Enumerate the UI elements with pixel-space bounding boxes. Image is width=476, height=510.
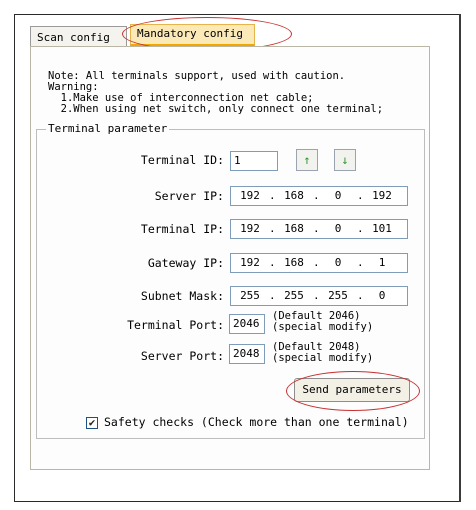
gateway-ip-label: Gateway IP:: [147, 256, 224, 270]
ip-octet[interactable]: 192: [231, 254, 269, 272]
terminal-port-field[interactable]: 2046: [229, 314, 265, 334]
terminal-port-hint: (Default 2046) (special modify): [272, 311, 373, 333]
note-line: 2.When using net switch, only connect on…: [48, 103, 384, 115]
subnet-mask-field[interactable]: 255 . 255 . 255 . 0: [230, 286, 408, 306]
tab-mandatory-config[interactable]: Mandatory config: [130, 24, 255, 46]
ip-octet[interactable]: 1: [363, 254, 401, 272]
terminal-id-field[interactable]: 1: [230, 151, 278, 171]
arrow-down-icon: ↓: [341, 153, 349, 167]
hint-line: (special modify): [272, 352, 374, 364]
ip-octet[interactable]: 192: [363, 187, 401, 205]
server-port-field[interactable]: 2048: [229, 344, 265, 364]
tab-scan-config[interactable]: Scan config: [30, 26, 127, 47]
ip-octet[interactable]: 0: [363, 287, 401, 305]
terminal-port-label: Terminal Port:: [127, 318, 224, 332]
terminal-port-value: 2046: [233, 317, 260, 330]
warning-note: Note: All terminals support, used with c…: [48, 71, 383, 115]
increment-up-button[interactable]: ↑: [296, 149, 318, 171]
send-parameters-button[interactable]: Send parameters: [294, 378, 410, 402]
check-mark-icon: ✔: [88, 416, 96, 429]
safety-checks-label[interactable]: Safety checks (Check more than one termi…: [104, 415, 409, 429]
ip-octet[interactable]: 101: [363, 220, 401, 238]
ip-octet[interactable]: 168: [275, 254, 313, 272]
terminal-id-value: 1: [234, 154, 241, 167]
ip-octet[interactable]: 192: [231, 187, 269, 205]
ip-octet[interactable]: 0: [319, 220, 357, 238]
ip-octet[interactable]: 255: [319, 287, 357, 305]
terminal-id-label: Terminal ID:: [140, 153, 224, 167]
ip-octet[interactable]: 255: [231, 287, 269, 305]
ip-octet[interactable]: 192: [231, 220, 269, 238]
ip-octet[interactable]: 255: [275, 287, 313, 305]
safety-checks-checkbox[interactable]: ✔: [86, 417, 98, 429]
hint-line: (special modify): [272, 321, 374, 333]
ip-octet[interactable]: 168: [275, 187, 313, 205]
ip-octet[interactable]: 0: [319, 187, 357, 205]
terminal-ip-field[interactable]: 192 . 168 . 0 . 101: [230, 219, 408, 239]
ip-octet[interactable]: 168: [275, 220, 313, 238]
ip-octet[interactable]: 0: [319, 254, 357, 272]
gateway-ip-field[interactable]: 192 . 168 . 0 . 1: [230, 253, 408, 273]
server-port-hint: (Default 2048) (special modify): [272, 342, 373, 364]
subnet-mask-label: Subnet Mask:: [140, 289, 224, 303]
decrement-down-button[interactable]: ↓: [334, 149, 356, 171]
server-ip-label: Server IP:: [154, 189, 224, 203]
terminal-ip-label: Terminal IP:: [140, 222, 224, 236]
group-title: Terminal parameter: [46, 122, 170, 135]
scrollbar[interactable]: [459, 14, 461, 502]
server-port-value: 2048: [233, 347, 260, 360]
server-ip-field[interactable]: 192 . 168 . 0 . 192: [230, 186, 408, 206]
arrow-up-icon: ↑: [303, 153, 311, 167]
server-port-label: Server Port:: [140, 349, 224, 363]
